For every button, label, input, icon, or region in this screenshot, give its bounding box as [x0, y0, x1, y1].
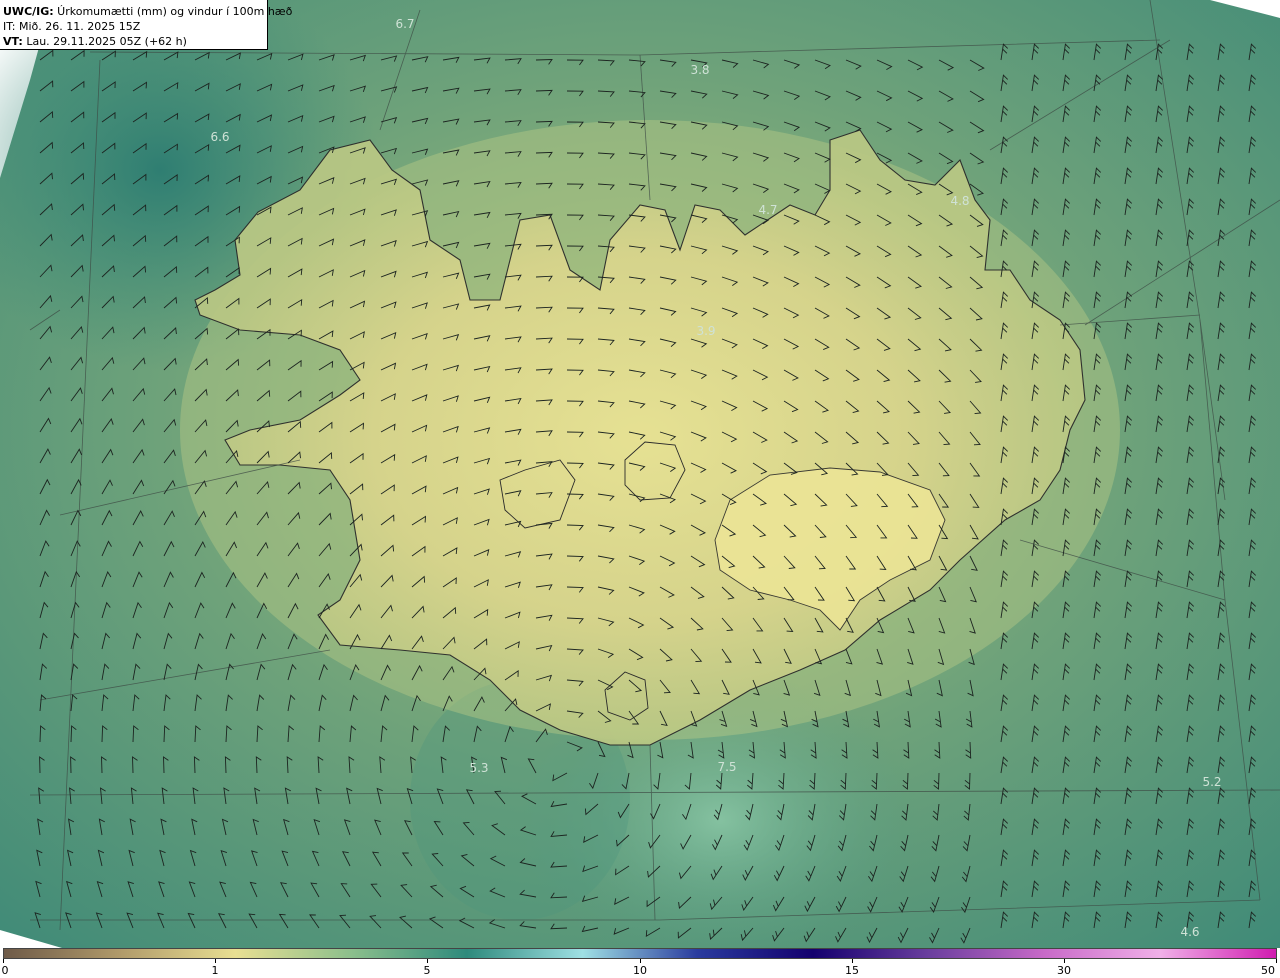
colorbar-tick: [3, 959, 4, 963]
colorbar-tick: [640, 959, 641, 963]
colorbar-tick: [852, 959, 853, 963]
colorbar-tick: [1064, 959, 1065, 963]
colorbar-tick: [427, 959, 428, 963]
colorbar-gradient: [3, 948, 1277, 959]
header-line-model: UWC/IG: Úrkomumætti (mm) og vindur í 100…: [3, 4, 292, 19]
colorbar-tick-label: 30: [1057, 964, 1071, 977]
colorbar-tick-label: 0: [1, 964, 9, 977]
valid-time-label: VT:: [3, 35, 23, 48]
header-line-init: IT: Mið. 26. 11. 2025 15Z: [3, 20, 141, 33]
colorbar-tick-label: 15: [845, 964, 859, 977]
colorbar-tick-label: 1: [211, 964, 219, 977]
max-value-label: 3.9: [696, 324, 716, 338]
precipitation-map: [0, 0, 1280, 948]
colorbar: 0 1 5 10 15 30 50: [0, 948, 1280, 978]
max-value-label: 4.6: [1180, 925, 1200, 939]
max-value-label: 5.2: [1202, 775, 1222, 789]
product-title: Úrkomumætti (mm) og vindur í 100m hæð: [53, 5, 293, 18]
max-value-label: 6.7: [395, 17, 415, 31]
colorbar-tick: [1276, 959, 1277, 963]
max-value-label: 4.8: [950, 194, 970, 208]
colorbar-tick-label: 50: [1261, 964, 1275, 977]
max-value-label: 6.6: [210, 130, 230, 144]
chart-header: UWC/IG: Úrkomumætti (mm) og vindur í 100…: [0, 0, 292, 50]
max-value-label: 7.5: [717, 760, 737, 774]
max-value-label: 5.3: [469, 761, 489, 775]
header-line-valid: VT: Lau. 29.11.2025 05Z (+62 h): [3, 34, 263, 49]
max-value-label: 4.7: [758, 203, 778, 217]
colorbar-tick-label: 10: [633, 964, 647, 977]
model-code: UWC/IG:: [3, 5, 54, 18]
colorbar-tick: [215, 959, 216, 963]
max-value-label: 3.8: [690, 63, 710, 77]
colorbar-tick-label: 5: [423, 964, 431, 977]
valid-time-value: Lau. 29.11.2025 05Z (+62 h): [22, 35, 187, 48]
